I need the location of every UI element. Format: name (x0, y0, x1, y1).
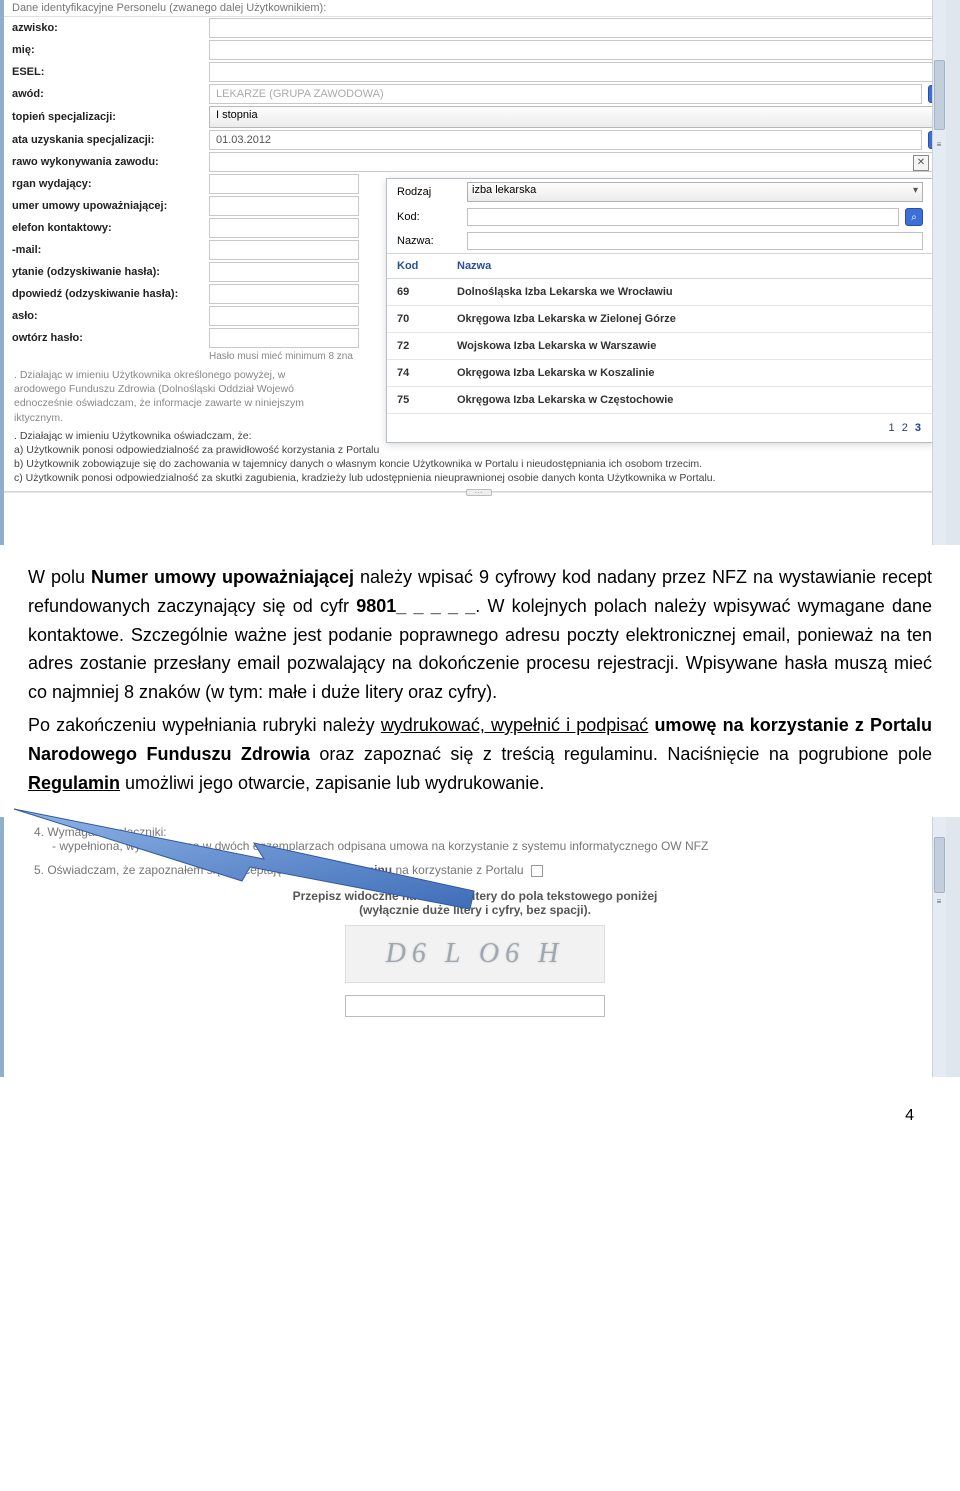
scroll-mark-icon: ≡ (934, 897, 944, 905)
cell-nazwa: Okręgowa Izba Lekarska w Koszalinie (447, 360, 933, 386)
label-nazwisko: azwisko: (4, 22, 209, 34)
label-stopien: topień specjalizacji: (4, 111, 209, 123)
captcha-title: Przepisz widoczne na obrazku litery do p… (34, 889, 916, 917)
label-organ: rgan wydający: (4, 178, 209, 190)
label-telefon: elefon kontaktowy: (4, 222, 209, 234)
table-row[interactable]: 74Okręgowa Izba Lekarska w Koszalinie (387, 360, 933, 387)
input-prawo[interactable] (209, 152, 946, 172)
table-row[interactable]: 75Okręgowa Izba Lekarska w Częstochowie (387, 387, 933, 414)
grid-header: Kod Nazwa (387, 253, 933, 279)
input-nazwisko[interactable] (209, 18, 946, 38)
popup-label-kod: Kod: (397, 211, 467, 223)
input-email[interactable] (209, 240, 359, 260)
pager-2[interactable]: 2 (902, 422, 908, 434)
table-row[interactable]: 69Dolnośląska Izba Lekarska we Wrocławiu (387, 279, 933, 306)
label-umowa: umer umowy upoważniającej: (4, 200, 209, 212)
lookup-popup: ✕ Rodzaj izba lekarska Kod: ⌕ Nazwa: Kod… (386, 178, 934, 443)
cell-kod: 72 (387, 333, 447, 359)
input-pesel[interactable] (209, 62, 946, 82)
input-kod[interactable] (467, 208, 899, 226)
label-email: -mail: (4, 244, 209, 256)
cell-kod: 74 (387, 360, 447, 386)
regulamin-link[interactable]: Regulaminu (323, 863, 392, 877)
select-rodzaj-value: izba lekarska (472, 184, 536, 196)
pager-1[interactable]: 1 (889, 422, 895, 434)
label-powtorz: owtórz hasło: (4, 332, 209, 344)
input-telefon[interactable] (209, 218, 359, 238)
captcha-input[interactable] (345, 995, 605, 1017)
cell-kod: 69 (387, 279, 447, 305)
input-nazwa[interactable] (467, 232, 923, 250)
pager-3[interactable]: 3 (915, 422, 921, 434)
table-row[interactable]: 70Okręgowa Izba Lekarska w Zielonej Górz… (387, 306, 933, 333)
scroll-thumb[interactable]: ··· (466, 489, 492, 496)
scroll-thumb[interactable] (934, 60, 945, 130)
cell-nazwa: Wojskowa Izba Lekarska w Warszawie (447, 333, 933, 359)
scroll-thumb[interactable] (934, 837, 945, 893)
select-stopien[interactable]: I stopnia (209, 106, 946, 128)
page-number: 4 (0, 1077, 960, 1145)
select-rodzaj[interactable]: izba lekarska (467, 182, 923, 202)
input-haslo[interactable] (209, 306, 359, 326)
close-icon[interactable]: ✕ (913, 155, 929, 171)
label-zawod: awód: (4, 88, 209, 100)
label-odpowiedz: dpowiedź (odzyskiwanie hasła): (4, 288, 209, 300)
pager: 1 2 3 (387, 414, 933, 442)
attach-heading: 4. Wymagane załączniki: (34, 825, 916, 839)
search-icon[interactable]: ⌕ (905, 208, 923, 226)
label-prawo: rawo wykonywania zawodu: (4, 156, 209, 168)
popup-label-nazwa: Nazwa: (397, 235, 467, 247)
label-haslo: asło: (4, 310, 209, 322)
input-pytanie[interactable] (209, 262, 359, 282)
article-body: W polu Numer umowy upoważniającej należy… (0, 545, 960, 811)
label-pesel: ESEL: (4, 66, 209, 78)
cell-kod: 70 (387, 306, 447, 332)
input-imie[interactable] (209, 40, 946, 60)
label-pytanie: ytanie (odzyskiwanie hasła): (4, 266, 209, 278)
cell-nazwa: Dolnośląska Izba Lekarska we Wrocławiu (447, 279, 933, 305)
input-data-spec[interactable] (209, 130, 922, 150)
grid-header-nazwa: Nazwa (447, 254, 933, 278)
attach-line: - wypełniona, wydrukowana w dwóch egzemp… (34, 839, 916, 853)
label-imie: mię: (4, 44, 209, 56)
declaration-line: 5. Oświadczam, że zapoznałem się i akcep… (34, 863, 916, 877)
label-data-spec: ata uzyskania specjalizacji: (4, 134, 209, 146)
input-powtorz[interactable] (209, 328, 359, 348)
table-row[interactable]: 72Wojskowa Izba Lekarska w Warszawie (387, 333, 933, 360)
input-zawod[interactable] (209, 84, 922, 104)
screenshot-bottom: 4. Wymagane załączniki: - wypełniona, wy… (0, 817, 960, 1077)
popup-label-rodzaj: Rodzaj (397, 186, 467, 198)
captcha-image: D6 L O6 H (345, 925, 605, 983)
select-stopien-value: I stopnia (216, 109, 258, 121)
vertical-scrollbar[interactable]: ≡ (932, 817, 946, 1077)
cell-kod: 75 (387, 387, 447, 413)
accept-checkbox[interactable] (531, 865, 543, 877)
input-umowa[interactable] (209, 196, 359, 216)
scroll-mark-icon: ≡ (934, 140, 944, 148)
grid-header-kod: Kod (387, 254, 447, 278)
input-organ[interactable] (209, 174, 359, 194)
vertical-scrollbar[interactable]: ≡ (932, 0, 946, 545)
cell-nazwa: Okręgowa Izba Lekarska w Częstochowie (447, 387, 933, 413)
screenshot-form: Dane identyfikacyjne Personelu (zwanego … (0, 0, 960, 545)
cell-nazwa: Okręgowa Izba Lekarska w Zielonej Górze (447, 306, 933, 332)
input-odpowiedz[interactable] (209, 284, 359, 304)
horizontal-scrollbar[interactable]: ··· (4, 491, 946, 493)
section-heading: Dane identyfikacyjne Personelu (zwanego … (4, 0, 946, 17)
